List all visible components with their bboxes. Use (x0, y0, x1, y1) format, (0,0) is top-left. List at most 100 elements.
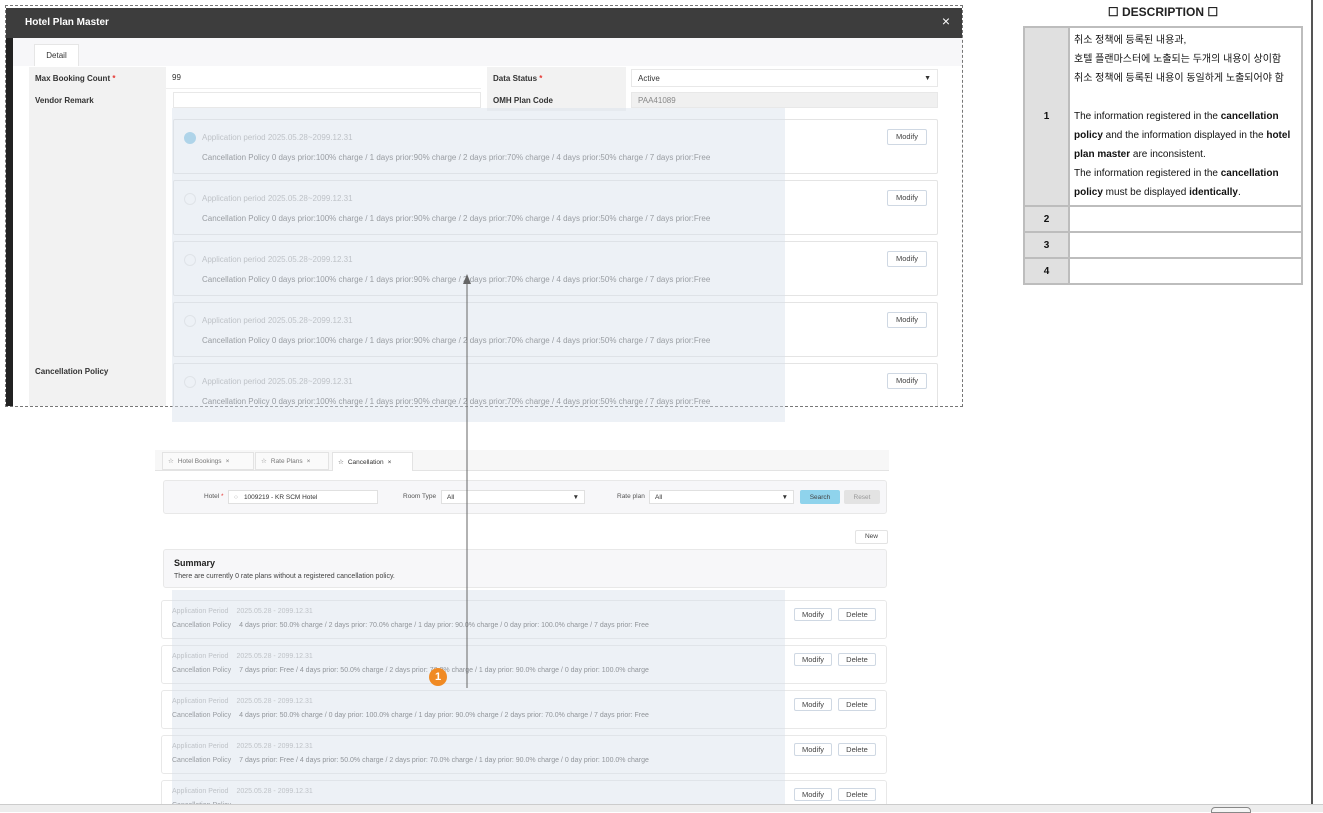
arrow-head-icon (463, 274, 471, 284)
close-icon[interactable]: × (307, 458, 311, 465)
label-text: Max Booking Count (35, 73, 111, 83)
english-text: The information registered in the cancel… (1074, 168, 1279, 198)
modify-button[interactable]: Modify (887, 251, 927, 267)
dropdown-arrow-icon: ▼ (572, 493, 579, 501)
description-table: 1 취소 정책에 등록된 내용과, 호텔 플랜마스터에 노출되는 두개의 내용이… (1023, 26, 1303, 285)
reset-button[interactable]: Reset (844, 490, 880, 504)
radio-button[interactable] (184, 193, 196, 205)
select-value: Active (638, 73, 660, 83)
horizontal-scrollbar[interactable] (0, 804, 1323, 812)
modify-button[interactable]: Modify (794, 653, 832, 666)
tab-label: Hotel Bookings (177, 457, 222, 465)
rate-plan-label: Rate plan (617, 493, 645, 500)
required-mark: * (539, 73, 543, 83)
close-icon[interactable]: × (388, 459, 392, 466)
tab-label: Rate Plans (270, 457, 303, 465)
tab-cancellation[interactable]: ☆ Cancellation × (332, 452, 413, 471)
modify-button[interactable]: Modify (794, 608, 832, 621)
table-row: 3 (1025, 233, 1301, 257)
input-value: 1009219 - KR SCM Hotel (243, 493, 318, 501)
omh-plan-code-value: PAA41089 (631, 92, 938, 108)
scrollbar-thumb[interactable] (1211, 807, 1251, 813)
description-text (1070, 259, 1301, 283)
description-title: ☐ DESCRIPTION ☐ (1107, 5, 1219, 19)
policy-card: Application period 2025.05.28~2099.12.31… (173, 180, 938, 235)
left-strip (6, 38, 13, 406)
policy-card: Application period 2025.05.28~2099.12.31… (173, 363, 938, 406)
delete-button[interactable]: Delete (838, 698, 876, 711)
max-booking-label: Max Booking Count * (29, 67, 166, 89)
delete-button[interactable]: Delete (838, 653, 876, 666)
search-button[interactable]: Search (800, 490, 840, 504)
policy-row: Application Period 2025.05.28 - 2099.12.3… (161, 735, 887, 774)
application-period: Application Period 2025.05.28 - 2099.12.3… (172, 788, 313, 795)
policy-row: Application Period 2025.05.28 - 2099.12.3… (161, 645, 887, 684)
select-value: All (655, 493, 663, 501)
hotel-search-input[interactable]: ○ 1009219 - KR SCM Hotel (228, 490, 378, 504)
policy-card: Application period 2025.05.28~2099.12.31… (173, 241, 938, 296)
modify-button[interactable]: Modify (887, 190, 927, 206)
tab-label: Cancellation (347, 458, 384, 466)
policy-card: Application period 2025.05.28~2099.12.31… (173, 302, 938, 357)
korean-line: 호텔 플랜마스터에 노출되는 두개의 내용이 상이함 (1074, 54, 1282, 65)
modify-button[interactable]: Modify (794, 698, 832, 711)
application-period: Application period 2025.05.28~2099.12.31 (202, 316, 353, 325)
star-icon: ☆ (261, 458, 267, 465)
dropdown-arrow-icon: ▼ (924, 74, 931, 82)
connector-arrow (463, 274, 471, 688)
modify-button[interactable]: Modify (794, 788, 832, 801)
close-icon[interactable]: × (226, 458, 230, 465)
new-button[interactable]: New (855, 530, 888, 544)
radio-button[interactable] (184, 132, 196, 144)
policy-row: Application Period 2025.05.28 - 2099.12.3… (161, 600, 887, 639)
label-text: Hotel (204, 493, 220, 500)
page-divider (1311, 0, 1313, 805)
omh-plan-code-label: OMH Plan Code (487, 89, 626, 111)
application-period: Application Period 2025.05.28 - 2099.12.3… (172, 743, 313, 750)
row-number: 4 (1025, 259, 1068, 283)
data-status-select[interactable]: Active ▼ (631, 69, 938, 87)
rate-plan-select[interactable]: All ▼ (649, 490, 794, 504)
delete-button[interactable]: Delete (838, 788, 876, 801)
radio-button[interactable] (184, 254, 196, 266)
application-period: Application period 2025.05.28~2099.12.31 (202, 133, 353, 142)
close-icon[interactable]: × (942, 13, 950, 29)
tab-hotel-bookings[interactable]: ☆ Hotel Bookings × (162, 452, 254, 470)
delete-button[interactable]: Delete (838, 608, 876, 621)
max-booking-input[interactable]: 99 (166, 67, 481, 89)
tab-rate-plans[interactable]: ☆ Rate Plans × (255, 452, 329, 470)
table-row: 1 취소 정책에 등록된 내용과, 호텔 플랜마스터에 노출되는 두개의 내용이… (1025, 28, 1301, 205)
cancellation-policy-text: Cancellation Policy 7 days prior: Free / … (172, 667, 649, 674)
description-text (1070, 233, 1301, 257)
radio-button[interactable] (184, 376, 196, 388)
search-panel: Hotel * ○ 1009219 - KR SCM Hotel Room Typ… (163, 480, 887, 514)
delete-button[interactable]: Delete (838, 743, 876, 756)
vendor-remark-label: Vendor Remark (29, 89, 166, 111)
cancellation-policy-text: Cancellation Policy 0 days prior:100% ch… (202, 153, 711, 162)
application-period: Application Period 2025.05.28 - 2099.12.3… (172, 653, 313, 660)
description-text: 취소 정책에 등록된 내용과, 호텔 플랜마스터에 노출되는 두개의 내용이 상… (1070, 28, 1301, 205)
modal-title: Hotel Plan Master (6, 8, 962, 38)
modify-button[interactable]: Modify (887, 312, 927, 328)
modify-button[interactable]: Modify (887, 373, 927, 389)
vendor-remark-input[interactable] (173, 92, 481, 108)
hotel-plan-master-screenshot: Hotel Plan Master × Detail Max Booking C… (5, 5, 963, 407)
application-period: Application Period 2025.05.28 - 2099.12.3… (172, 608, 313, 615)
table-row: 4 (1025, 259, 1301, 283)
tab-bar (13, 38, 962, 66)
select-value: All (447, 493, 455, 501)
radio-button[interactable] (184, 315, 196, 327)
tab-detail[interactable]: Detail (34, 44, 79, 66)
cancellation-page-screenshot: ☆ Hotel Bookings × ☆ Rate Plans × ☆ Cancellat… (155, 450, 889, 812)
cancellation-policy-label: Cancellation Policy (29, 111, 166, 406)
modify-button[interactable]: Modify (887, 129, 927, 145)
application-period: Application period 2025.05.28~2099.12.31 (202, 255, 353, 264)
star-icon: ☆ (168, 458, 174, 465)
policy-row: Application Period 2025.05.28 - 2099.12.3… (161, 690, 887, 729)
modify-button[interactable]: Modify (794, 743, 832, 756)
row-number: 3 (1025, 233, 1068, 257)
data-status-label: Data Status * (487, 67, 626, 89)
korean-line: 취소 정책에 등록된 내용과, (1074, 35, 1187, 46)
application-period: Application period 2025.05.28~2099.12.31 (202, 194, 353, 203)
row-number: 2 (1025, 207, 1068, 231)
